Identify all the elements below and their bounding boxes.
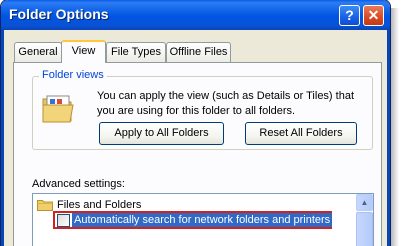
tab-offline-files-label: Offline Files (169, 46, 228, 58)
title-bar[interactable]: Folder Options ? ✕ (1, 0, 390, 30)
window-border-right (387, 30, 390, 246)
chevron-up-icon: ▲ (360, 198, 369, 207)
close-icon: ✕ (367, 7, 380, 23)
tab-view-label: View (71, 45, 96, 57)
help-button[interactable]: ? (339, 5, 360, 26)
close-button[interactable]: ✕ (363, 5, 384, 26)
scroll-thumb[interactable] (356, 212, 373, 246)
tab-general-label: General (18, 46, 58, 58)
tab-file-types-label: File Types (111, 46, 161, 58)
reset-all-folders-button[interactable]: Reset All Folders (245, 122, 357, 145)
window-title: Folder Options (9, 6, 109, 22)
window-border-left (1, 30, 4, 246)
advanced-settings-label: Advanced settings: (32, 178, 125, 190)
tab-view[interactable]: View (61, 40, 106, 63)
auto-search-network-checkbox[interactable] (57, 214, 70, 227)
folder-views-group: Folder views You can apply the view (suc… (32, 69, 373, 150)
window-shadow (391, 8, 399, 246)
vertical-scrollbar[interactable]: ▲ (356, 194, 373, 246)
tab-file-types[interactable]: File Types (106, 42, 166, 62)
folder-views-description: You can apply the view (such as Details … (97, 90, 355, 117)
apply-to-all-folders-button[interactable]: Apply to All Folders (99, 122, 224, 145)
tab-offline-files[interactable]: Offline Files (166, 42, 231, 62)
view-tab-panel: Folder views You can apply the view (suc… (13, 62, 382, 246)
folder-options-dialog: Folder Options ? ✕ General View File Typ… (1, 0, 390, 246)
folder-views-legend: Folder views (39, 69, 107, 81)
help-icon: ? (345, 7, 354, 23)
scroll-up-button[interactable]: ▲ (356, 194, 373, 211)
screenshot-canvas: Folder Options ? ✕ General View File Typ… (0, 0, 409, 246)
folder-views-icon (42, 95, 74, 123)
setting-row-auto-search-network[interactable]: Automatically search for network folders… (53, 211, 333, 229)
auto-search-network-label[interactable]: Automatically search for network folders… (72, 213, 333, 227)
tab-general[interactable]: General (14, 42, 62, 62)
advanced-settings-list[interactable]: Files and Folders Automatically search f… (32, 193, 374, 246)
folder-icon (37, 200, 53, 211)
